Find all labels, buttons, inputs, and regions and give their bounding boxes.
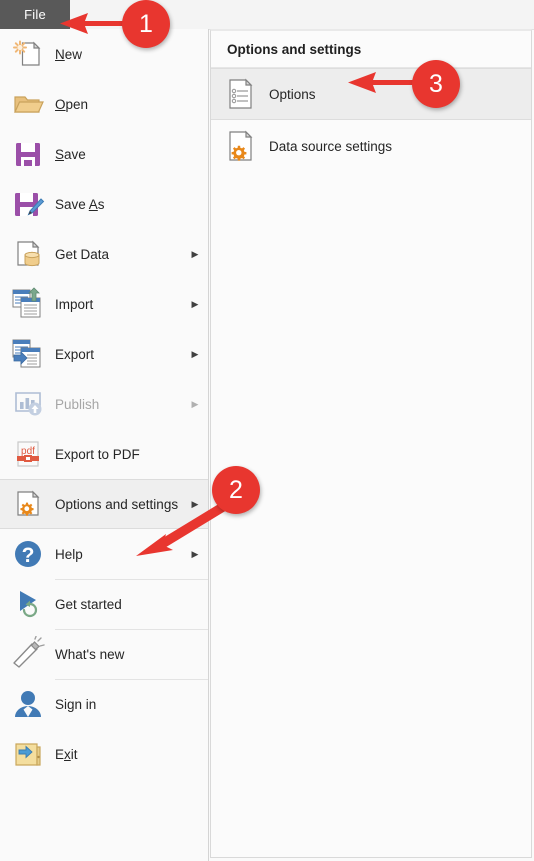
- options-and-settings-panel: Options and settings Options Data source…: [210, 29, 532, 858]
- person-icon: [0, 679, 55, 729]
- pdf-icon: pdf: [0, 429, 55, 479]
- sidebar-item-label: Export: [55, 346, 95, 362]
- sidebar-item-label: Exit: [55, 746, 78, 762]
- play-refresh-icon: [0, 579, 55, 629]
- page-gear-icon: [0, 479, 55, 529]
- sidebar-item-label: New: [55, 46, 83, 62]
- sidebar-item-get-started[interactable]: Get started ▶: [0, 579, 208, 629]
- chevron-right-icon: ▶: [191, 298, 199, 309]
- open-folder-icon: [0, 79, 55, 129]
- page-database-icon: [0, 229, 55, 279]
- sidebar-item-label: Publish: [55, 396, 100, 412]
- sidebar-item-get-data[interactable]: Get Data ▶: [0, 229, 208, 279]
- sidebar-item-label: Open: [55, 96, 89, 112]
- new-page-icon: [0, 29, 55, 79]
- sidebar-item-save[interactable]: Save ▶: [0, 129, 208, 179]
- sidebar-item-import[interactable]: Import ▶: [0, 279, 208, 329]
- annotation-arrow-2: [136, 502, 227, 556]
- annotation-marker-number: 3: [429, 69, 443, 98]
- panel-item-data-source-settings[interactable]: Data source settings: [211, 120, 531, 172]
- sidebar-item-label: Import: [55, 296, 94, 312]
- import-arrow-up-icon: [0, 279, 55, 329]
- annotation-marker-1: 1: [122, 0, 170, 48]
- megaphone-icon: [0, 629, 55, 679]
- floppy-disk-pencil-icon: [0, 179, 55, 229]
- svg-text:?: ?: [21, 544, 34, 567]
- sidebar-item-export[interactable]: Export ▶: [0, 329, 208, 379]
- chevron-right-icon: ▶: [191, 248, 199, 259]
- sidebar-item-exit[interactable]: Exit ▶: [0, 729, 208, 779]
- sidebar-item-label: Get Data: [55, 246, 110, 262]
- sidebar-item-label: Sign in: [55, 696, 97, 712]
- sidebar-item-label: Save: [55, 146, 86, 162]
- exit-folder-icon: [0, 729, 55, 779]
- file-menu-sidebar: New ▶ Open ▶ S: [0, 29, 209, 861]
- sidebar-item-label: What's new: [55, 646, 125, 662]
- annotation-marker-3: 3: [412, 60, 460, 108]
- sidebar-item-label: Get started: [55, 596, 122, 612]
- question-circle-icon: ?: [0, 529, 55, 579]
- publish-chart-upload-icon: [0, 379, 55, 429]
- chevron-right-icon: ▶: [191, 348, 199, 359]
- annotation-marker-number: 2: [229, 475, 243, 504]
- sidebar-item-sign-in[interactable]: Sign in ▶: [0, 679, 208, 729]
- page-list-icon: [211, 68, 269, 120]
- sidebar-item-export-to-pdf[interactable]: pdf Export to PDF ▶: [0, 429, 208, 479]
- floppy-disk-icon: [0, 129, 55, 179]
- chevron-right-icon: ▶: [191, 398, 199, 409]
- panel-title: Options and settings: [227, 42, 362, 57]
- annotation-marker-2: 2: [212, 466, 260, 514]
- sidebar-item-publish[interactable]: Publish ▶: [0, 379, 208, 429]
- file-tab-label: File: [24, 7, 46, 22]
- panel-item-label: Data source settings: [269, 138, 393, 154]
- export-arrow-down-icon: [0, 329, 55, 379]
- power-bi-file-menu-screen: File New ▶: [0, 0, 534, 861]
- sidebar-item-save-as[interactable]: Save As ▶: [0, 179, 208, 229]
- panel-item-label: Options: [269, 86, 316, 102]
- sidebar-item-label: Save As: [55, 196, 105, 212]
- sidebar-item-whats-new[interactable]: What's new ▶: [0, 629, 208, 679]
- annotation-marker-number: 1: [139, 9, 153, 38]
- sidebar-item-open[interactable]: Open ▶: [0, 79, 208, 129]
- sidebar-item-label: Export to PDF: [55, 446, 140, 462]
- page-gear-icon: [211, 120, 269, 172]
